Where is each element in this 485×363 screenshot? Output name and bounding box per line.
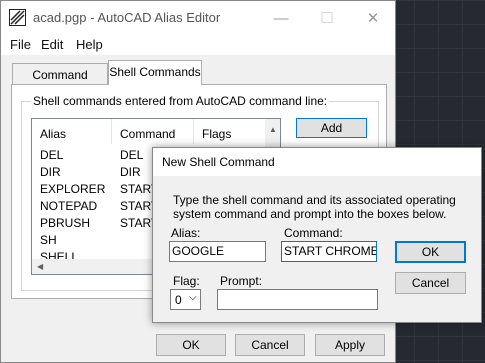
minimize-button[interactable]: —: [261, 5, 301, 31]
maximize-button[interactable]: ☐: [307, 5, 347, 31]
cancel-button[interactable]: Cancel: [235, 334, 305, 356]
column-header-flags[interactable]: Flags: [194, 119, 266, 144]
flag-select-value: 0: [175, 293, 182, 307]
menu-bar: File Edit Help: [1, 33, 395, 55]
add-button[interactable]: Add: [296, 118, 367, 138]
list-item[interactable]: DEL: [40, 148, 63, 162]
scroll-up-arrow-icon[interactable]: ▲: [269, 125, 277, 134]
flag-label: Flag:: [173, 274, 200, 288]
alias-input[interactable]: GOOGLE: [169, 241, 266, 262]
dialog-ok-button[interactable]: OK: [395, 241, 466, 263]
list-item-command: DIR: [120, 165, 141, 179]
prompt-input[interactable]: [217, 289, 378, 310]
dialog-title: New Shell Command: [162, 155, 275, 169]
menu-file[interactable]: File: [10, 37, 31, 52]
menu-edit[interactable]: Edit: [41, 37, 63, 52]
column-header-command[interactable]: Command: [112, 119, 194, 144]
dialog-instructions-line2: system command and prompt into the boxes…: [173, 207, 447, 221]
scroll-left-arrow-icon[interactable]: ◀: [37, 262, 43, 271]
list-item[interactable]: DIR: [40, 165, 61, 179]
command-label: Command:: [284, 226, 343, 240]
column-header-alias[interactable]: Alias: [32, 119, 112, 144]
new-shell-command-dialog: New Shell Command Type the shell command…: [152, 147, 482, 323]
tab-shell-commands[interactable]: Shell Commands: [108, 60, 202, 85]
list-item[interactable]: EXPLORER: [40, 182, 105, 196]
menu-help[interactable]: Help: [76, 37, 103, 52]
list-item[interactable]: SHELL: [40, 250, 78, 259]
close-button[interactable]: ✕: [353, 5, 393, 31]
title-bar[interactable]: acad.pgp - AutoCAD Alias Editor — ☐ ✕: [1, 1, 395, 33]
dialog-cancel-button[interactable]: Cancel: [395, 272, 466, 294]
dialog-instructions-line1: Type the shell command and its associate…: [173, 193, 456, 207]
command-input[interactable]: START CHROME: [281, 241, 377, 262]
list-item[interactable]: SH: [40, 233, 57, 247]
groupbox-label: Shell commands entered from AutoCAD comm…: [31, 94, 330, 108]
ok-button[interactable]: OK: [156, 334, 226, 356]
list-item[interactable]: PBRUSH: [40, 216, 90, 230]
list-item[interactable]: NOTEPAD: [40, 199, 97, 213]
window-title: acad.pgp - AutoCAD Alias Editor: [33, 10, 221, 25]
alias-editor-app-icon: [9, 9, 26, 26]
list-item-command: DEL: [120, 148, 144, 162]
apply-button[interactable]: Apply: [315, 334, 385, 356]
chevron-down-icon: ⌵: [189, 292, 197, 303]
flag-select[interactable]: 0 ⌵: [170, 289, 201, 310]
dialog-title-bar[interactable]: New Shell Command: [153, 148, 481, 176]
alias-label: Alias:: [171, 226, 201, 240]
prompt-label: Prompt:: [220, 274, 263, 288]
tab-command-aliases[interactable]: Command Aliases: [12, 63, 108, 96]
